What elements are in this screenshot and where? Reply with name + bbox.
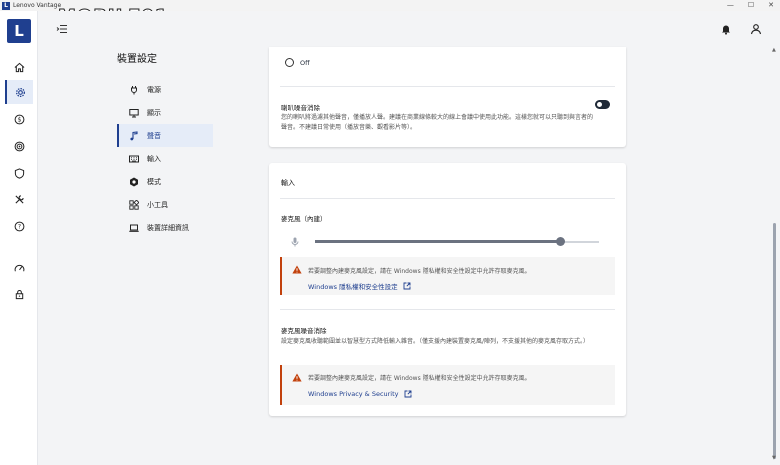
rail-offers[interactable]: $ [5, 107, 33, 131]
menu-item-label: 聲音 [147, 131, 161, 140]
menu-item-label: 電源 [147, 85, 161, 94]
close-button[interactable]: ✕ [768, 0, 774, 11]
laptop-icon [128, 224, 139, 232]
menu-item-label: 輸入 [147, 154, 161, 163]
divider [280, 309, 615, 310]
widgets-icon [128, 199, 139, 210]
monitor-icon [128, 108, 139, 117]
divider [280, 198, 615, 199]
left-rail: L $ ? [0, 11, 38, 465]
menu-item-device-details[interactable]: 裝置詳細資訊 [117, 216, 213, 239]
keyboard-icon [128, 155, 139, 162]
scroll-up-icon[interactable]: ▲ [772, 47, 776, 53]
home-icon [14, 62, 24, 72]
menu-collapse-icon[interactable] [56, 24, 68, 34]
external-link-icon [403, 282, 411, 290]
mic-privacy-alert: 若要調整內建麥克風設定，請在 Windows 隱私權和安全性設定中允許存取麥克風… [280, 257, 615, 295]
link-label: Windows Privacy & Security [308, 390, 399, 398]
alert-text: 若要調整內建麥克風設定，請在 Windows 隱私權和安全性設定中允許存取麥克風… [308, 375, 531, 382]
music-note-icon [129, 130, 138, 140]
divider [280, 86, 615, 87]
slider-fill [315, 240, 561, 243]
microphone-icon [291, 237, 299, 247]
page-title: 裝置設定 [117, 54, 157, 65]
maximize-button[interactable]: ☐ [748, 0, 754, 11]
input-section-header: 輸入 [281, 179, 295, 187]
plug-icon [130, 85, 137, 94]
help-icon: ? [14, 221, 24, 231]
menu-item-label: 顯示 [147, 108, 161, 117]
rail-help[interactable]: ? [5, 214, 33, 238]
rail-privacy[interactable] [5, 282, 33, 306]
settings-menu: 電源 顯示 聲音 輸入 模式 小工具 裝置詳細資訊 [117, 78, 213, 239]
lock-icon [15, 289, 23, 299]
speaker-noise-cancel-desc: 您的喇叭將過濾其他聲音，僅播放人聲。建議在商業線條較大的線上會議中使用此功能。這… [281, 114, 594, 131]
menu-item-widgets[interactable]: 小工具 [117, 193, 213, 216]
gear-icon [15, 87, 25, 97]
menu-item-label: 裝置詳細資訊 [147, 223, 189, 232]
windows-privacy-link[interactable]: Windows 隱私權和安全性設定 [308, 281, 411, 291]
menu-item-input[interactable]: 輸入 [117, 147, 213, 170]
top-bar [38, 11, 780, 47]
minimize-button[interactable]: — [727, 0, 734, 11]
rail-security[interactable] [5, 161, 33, 185]
external-link-icon [404, 390, 411, 398]
rail-smart[interactable] [5, 134, 33, 158]
radio-off-label: Off [300, 58, 310, 67]
window-controls: — ☐ ✕ [727, 0, 774, 11]
alert-text: 若要調整內建麥克風設定，請在 Windows 隱私權和安全性設定中允許存取麥克風… [308, 268, 531, 275]
speaker-noise-cancel-title: 喇叭噪音消除 [281, 104, 320, 112]
input-settings-card: 輸入 麥克風（內建） 若要調整內建麥克風設定，請在 Windows 隱私權和安全… [269, 163, 626, 416]
mic-noise-cancel-title: 麥克風噪音消除 [281, 327, 327, 335]
dollar-icon: $ [14, 114, 24, 124]
menu-item-label: 小工具 [147, 200, 168, 209]
warning-icon [292, 265, 302, 274]
scrollbar-thumb[interactable] [773, 223, 776, 459]
speed-icon [14, 264, 24, 271]
menu-item-audio[interactable]: 聲音 [117, 124, 213, 147]
rail-settings[interactable] [5, 80, 33, 104]
tools-icon [14, 194, 24, 204]
rail-tools[interactable] [5, 187, 33, 211]
svg-text:$: $ [17, 116, 21, 123]
warning-icon [292, 373, 302, 382]
rail-performance[interactable] [5, 256, 33, 280]
bell-icon[interactable] [720, 23, 732, 35]
mic-noise-cancel-desc: 設定麥克風收聽範圍並以智慧型方式降低輸入雜音。（僅支援內建裝置麥克風/陣列，不支… [281, 338, 590, 345]
hexagon-icon [129, 177, 138, 186]
shield-icon [14, 167, 24, 179]
speaker-settings-card: Off 喇叭噪音消除 您的喇叭將過濾其他聲音，僅播放人聲。建議在商業線條較大的線… [269, 47, 626, 147]
app-logo-icon: L [2, 1, 10, 10]
radio-off-option[interactable]: Off [285, 58, 310, 67]
radio-button[interactable] [285, 58, 294, 67]
menu-item-power[interactable]: 電源 [117, 78, 213, 101]
menu-item-label: 模式 [147, 177, 161, 186]
menu-item-display[interactable]: 顯示 [117, 101, 213, 124]
link-label: Windows 隱私權和安全性設定 [308, 283, 398, 291]
scroll-down-icon[interactable]: ▼ [772, 455, 776, 461]
main-scrollbar[interactable]: ▲ ▼ [772, 47, 777, 462]
target-icon [14, 141, 24, 151]
slider-thumb[interactable] [556, 237, 566, 246]
rail-home[interactable] [5, 55, 33, 79]
user-icon[interactable] [750, 23, 762, 35]
mic-title: 麥克風（內建） [281, 215, 327, 223]
window-title: Lenovo Vantage [13, 2, 62, 9]
menu-item-modes[interactable]: 模式 [117, 170, 213, 193]
brand-logo[interactable]: L [7, 19, 31, 43]
mic-noise-privacy-alert: 若要調整內建麥克風設定，請在 Windows 隱私權和安全性設定中允許存取麥克風… [280, 365, 615, 405]
svg-text:?: ? [17, 223, 20, 230]
windows-privacy-security-link[interactable]: Windows Privacy & Security [308, 390, 412, 398]
speaker-noise-cancel-toggle[interactable] [595, 100, 610, 109]
mic-volume-slider[interactable] [291, 236, 601, 248]
